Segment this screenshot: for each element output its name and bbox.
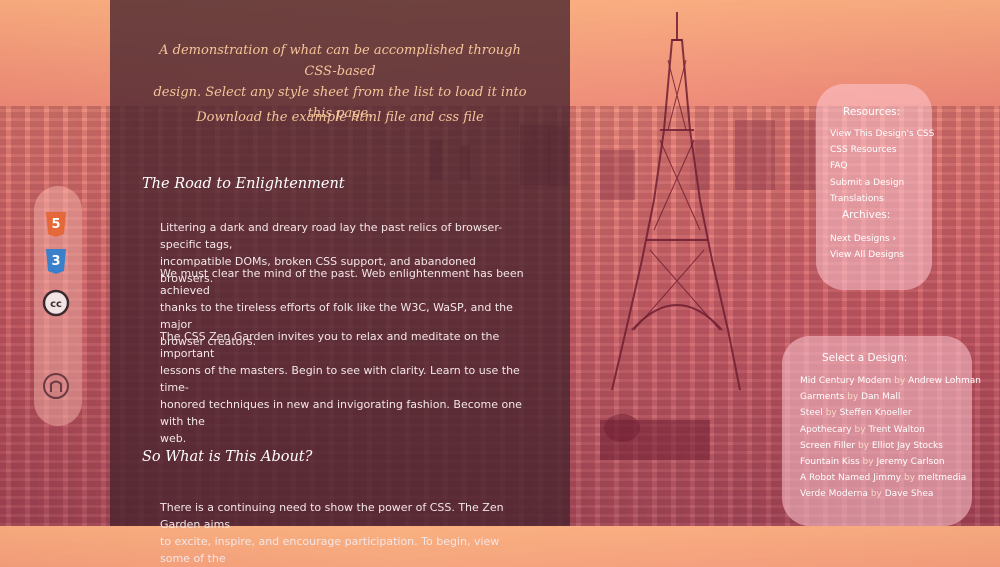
author-link[interactable]: Elliot Jay Stocks	[872, 441, 943, 451]
by-label: by	[857, 441, 869, 451]
github-icon[interactable]	[42, 372, 70, 400]
paragraph-about-1: There is a continuing need to show the p…	[160, 499, 530, 567]
section-title-road: The Road to Enlightenment	[142, 176, 345, 192]
paragraph-line: lessons of the masters. Begin to see wit…	[160, 364, 520, 394]
resources-title: Resources:	[843, 106, 901, 118]
link-view-css[interactable]: View This Design's CSS	[830, 129, 934, 139]
paragraph-line: There is a continuing need to show the p…	[160, 501, 504, 531]
author-link[interactable]: Jeremy Carlson	[876, 457, 944, 467]
svg-text:5: 5	[51, 217, 60, 232]
by-label: by	[825, 408, 837, 418]
link-css-resources[interactable]: CSS Resources	[830, 145, 897, 155]
design-link[interactable]: Garments	[800, 392, 844, 402]
author-link[interactable]: Dan Mall	[861, 392, 900, 402]
design-link[interactable]: Mid Century Modern	[800, 376, 891, 386]
design-link[interactable]: Apothecary	[800, 425, 852, 435]
archives-title: Archives:	[842, 209, 891, 221]
design-list-item: Screen Filler by Elliot Jay Stocks	[800, 441, 943, 451]
paragraph-line: to excite, inspire, and encourage partic…	[160, 535, 500, 565]
svg-text:cc: cc	[50, 299, 62, 310]
by-label: by	[904, 473, 916, 483]
css3-icon[interactable]: 3	[42, 247, 70, 275]
svg-text:3: 3	[51, 254, 60, 269]
link-faq[interactable]: FAQ	[830, 161, 847, 171]
author-link[interactable]: Trent Walton	[868, 425, 924, 435]
design-list-item: Verde Moderna by Dave Shea	[800, 489, 933, 499]
by-label: by	[862, 457, 874, 467]
author-link[interactable]: Andrew Lohman	[908, 376, 981, 386]
design-list-item: Mid Century Modern by Andrew Lohman	[800, 376, 981, 386]
link-view-all-designs[interactable]: View All Designs	[830, 250, 904, 260]
paragraph-line: We must clear the mind of the past. Web …	[160, 267, 524, 297]
design-link[interactable]: Screen Filler	[800, 441, 855, 451]
author-link[interactable]: meltmedia	[918, 473, 966, 483]
by-label: by	[894, 376, 906, 386]
paragraph-line: web.	[160, 432, 187, 445]
section-title-about: So What is This About?	[142, 449, 313, 465]
design-list-title: Select a Design:	[822, 352, 908, 364]
intro-line-1: A demonstration of what can be accomplis…	[159, 43, 521, 79]
paragraph-road-3: The CSS Zen Garden invites you to relax …	[160, 328, 530, 447]
by-label: by	[870, 489, 882, 499]
design-list-item: Fountain Kiss by Jeremy Carlson	[800, 457, 945, 467]
paragraph-line: The CSS Zen Garden invites you to relax …	[160, 330, 500, 360]
design-link[interactable]: Steel	[800, 408, 823, 418]
creative-commons-icon[interactable]: cc	[42, 289, 70, 317]
by-label: by	[847, 392, 859, 402]
author-link[interactable]: Steffen Knoeller	[840, 408, 912, 418]
download-link[interactable]: Download the example html file and css f…	[150, 110, 530, 125]
link-submit-design[interactable]: Submit a Design	[830, 178, 904, 188]
design-list-item: A Robot Named Jimmy by meltmedia	[800, 473, 966, 483]
paragraph-line: Littering a dark and dreary road lay the…	[160, 221, 503, 251]
html5-icon[interactable]: 5	[42, 210, 70, 238]
design-link[interactable]: Fountain Kiss	[800, 457, 860, 467]
design-list-item: Garments by Dan Mall	[800, 392, 900, 402]
design-link[interactable]: Verde Moderna	[800, 489, 868, 499]
paragraph-line: honored techniques in new and invigorati…	[160, 398, 522, 428]
design-list-item: Steel by Steffen Knoeller	[800, 408, 912, 418]
design-list-item: Apothecary by Trent Walton	[800, 425, 925, 435]
link-next-designs[interactable]: Next Designs ›	[830, 234, 896, 244]
design-link[interactable]: A Robot Named Jimmy	[800, 473, 901, 483]
by-label: by	[854, 425, 866, 435]
author-link[interactable]: Dave Shea	[885, 489, 934, 499]
link-translations[interactable]: Translations	[830, 194, 884, 204]
